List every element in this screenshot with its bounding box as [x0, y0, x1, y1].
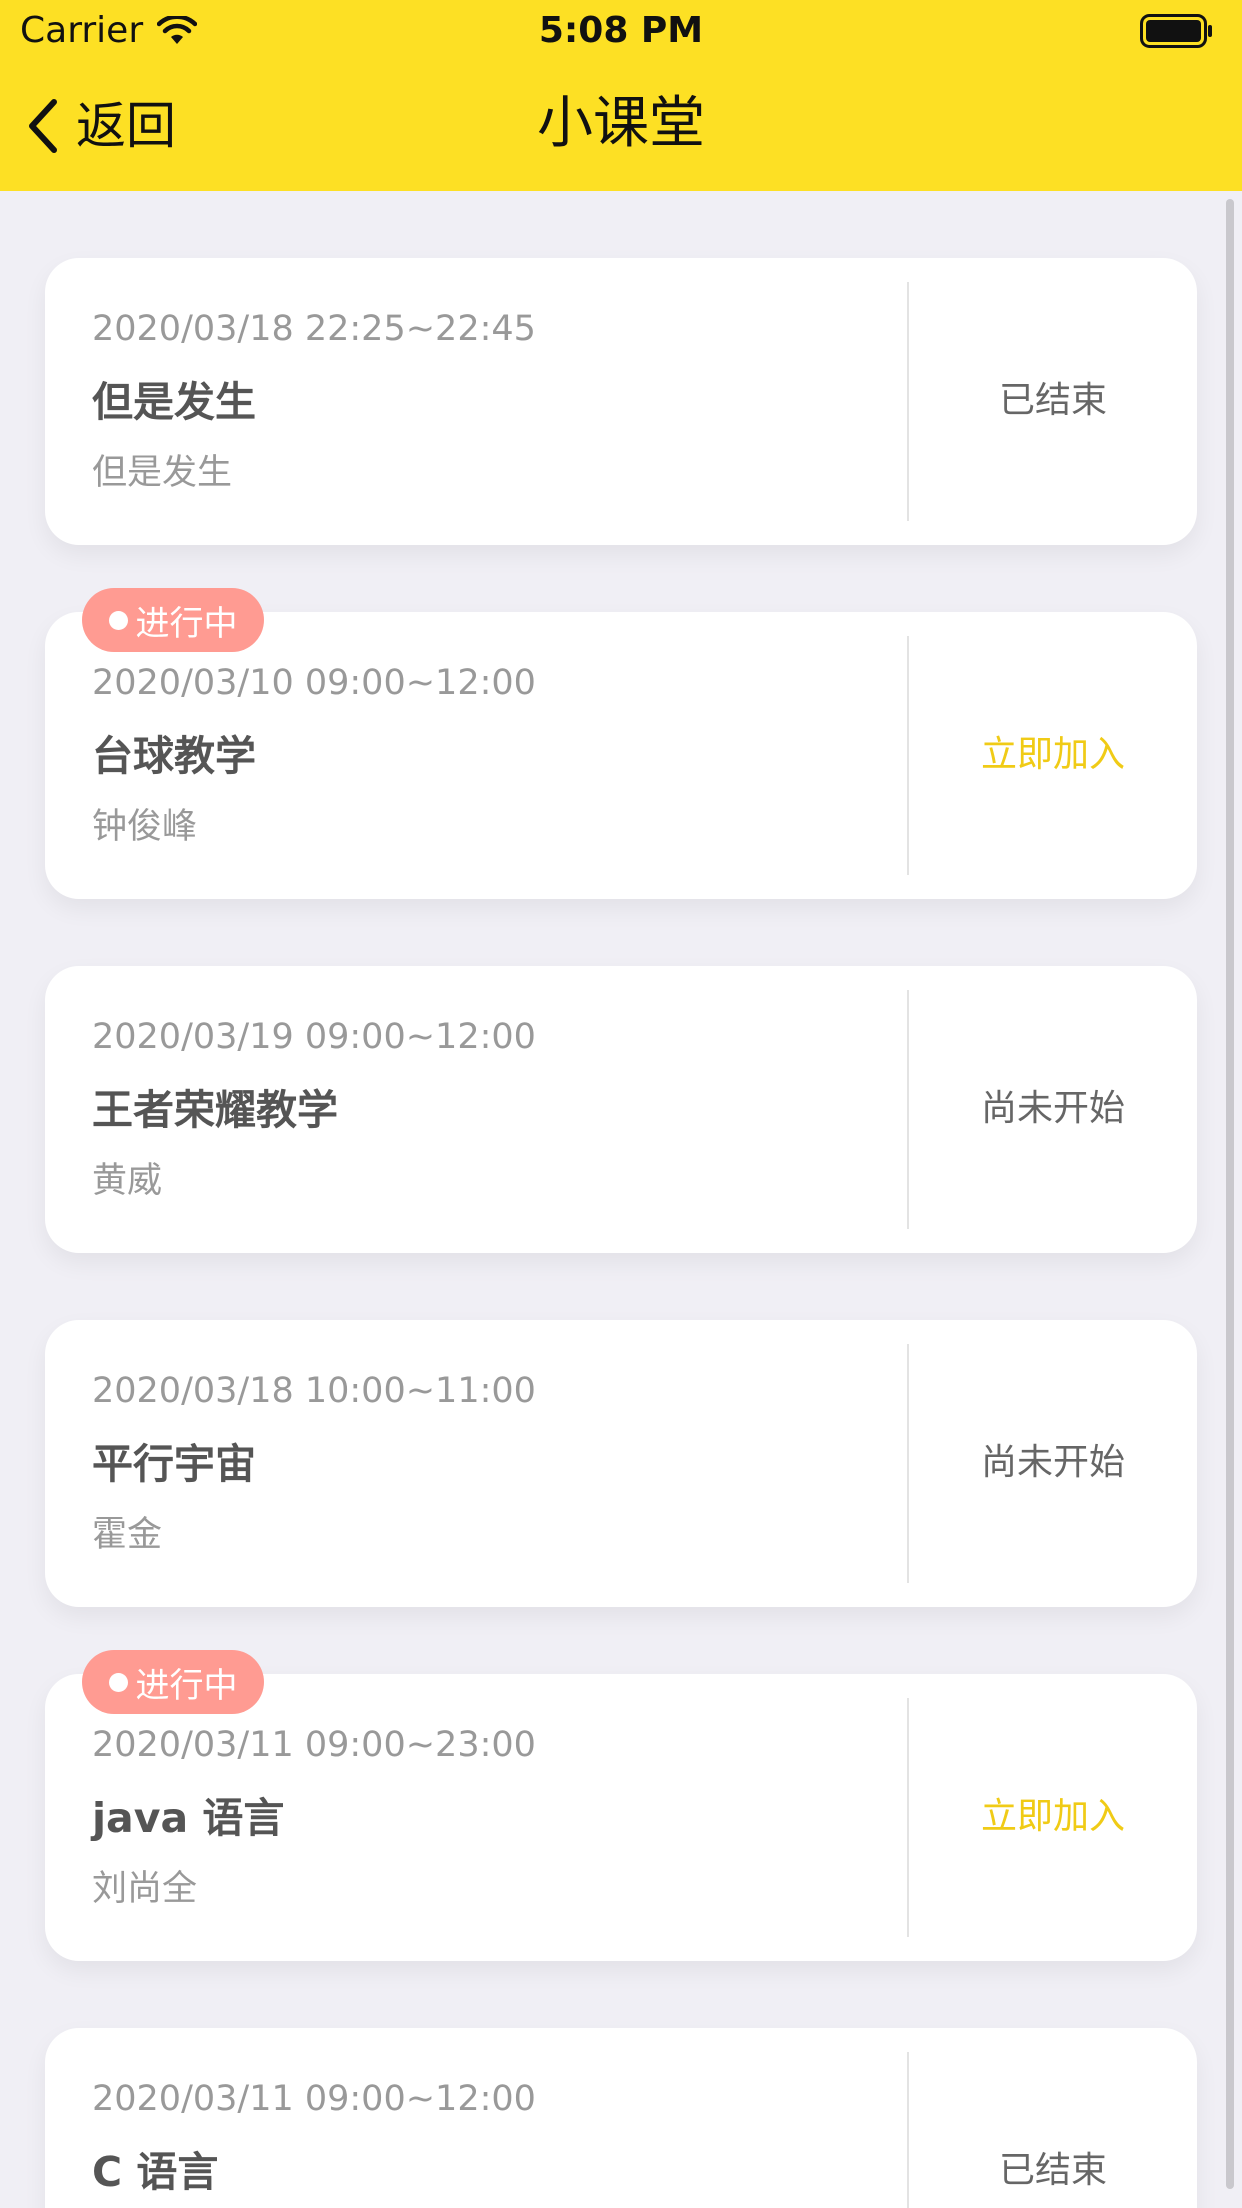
join-button[interactable]: 立即加入: [909, 1791, 1197, 1843]
live-badge: 进行中: [82, 588, 264, 652]
live-badge-label: 进行中: [135, 603, 238, 644]
nav-bar: 返回 小课堂: [0, 62, 1242, 191]
course-card[interactable]: 2020/03/18 10:00~11:00 平行宇宙 霍金 尚未开始: [45, 1320, 1197, 1607]
course-time: 2020/03/18 10:00~11:00: [92, 1371, 536, 1411]
course-status: 已结束: [998, 2150, 1107, 2191]
battery-icon: [1140, 14, 1212, 48]
course-time: 2020/03/18 22:25~22:45: [92, 309, 536, 349]
course-time: 2020/03/10 09:00~12:00: [92, 663, 536, 703]
course-teacher: 但是发生: [92, 453, 233, 493]
course-teacher: 钟俊峰: [92, 807, 198, 847]
course-list[interactable]: 2020/03/18 22:25~22:45 但是发生 但是发生 已结束 进行中…: [0, 191, 1242, 2208]
course-teacher: 霍金: [92, 1515, 163, 1555]
course-status: 尚未开始: [980, 1088, 1125, 1129]
live-dot-icon: [108, 1672, 128, 1692]
course-card[interactable]: 2020/03/19 09:00~12:00 王者荣耀教学 黄威 尚未开始: [45, 966, 1197, 1253]
course-card[interactable]: 2020/03/10 09:00~12:00 台球教学 钟俊峰 立即加入: [45, 612, 1197, 899]
course-card[interactable]: 2020/03/11 09:00~23:00 java 语言 刘尚全 立即加入: [45, 1674, 1197, 1961]
live-badge-label: 进行中: [135, 1665, 238, 1706]
course-title: 台球教学: [92, 732, 256, 780]
course-title: 平行宇宙: [92, 1440, 256, 1488]
scrollbar[interactable]: [1226, 199, 1234, 2189]
course-status: 尚未开始: [980, 1442, 1125, 1483]
app-header: Carrier 5:08 PM 返回 小课堂: [0, 0, 1242, 191]
course-time: 2020/03/19 09:00~12:00: [92, 1017, 536, 1057]
course-card[interactable]: 2020/03/18 22:25~22:45 但是发生 但是发生 已结束: [45, 258, 1197, 545]
course-title: 王者荣耀教学: [92, 1086, 338, 1134]
course-title: C 语言: [92, 2148, 219, 2196]
join-button[interactable]: 立即加入: [909, 729, 1197, 781]
course-teacher: 黄威: [92, 1161, 163, 1201]
status-bar: Carrier 5:08 PM: [0, 0, 1242, 62]
live-dot-icon: [108, 610, 128, 630]
course-status: 已结束: [998, 380, 1107, 421]
page-title: 小课堂: [537, 91, 705, 156]
course-teacher: 刘尚全: [92, 1869, 198, 1909]
course-title: 但是发生: [92, 378, 256, 426]
course-card[interactable]: 2020/03/11 09:00~12:00 C 语言 已结束: [45, 2028, 1197, 2208]
live-badge: 进行中: [82, 1650, 264, 1714]
course-title: java 语言: [92, 1794, 285, 1842]
status-time: 5:08 PM: [538, 10, 704, 51]
course-time: 2020/03/11 09:00~23:00: [92, 1725, 536, 1765]
course-time: 2020/03/11 09:00~12:00: [92, 2079, 536, 2119]
